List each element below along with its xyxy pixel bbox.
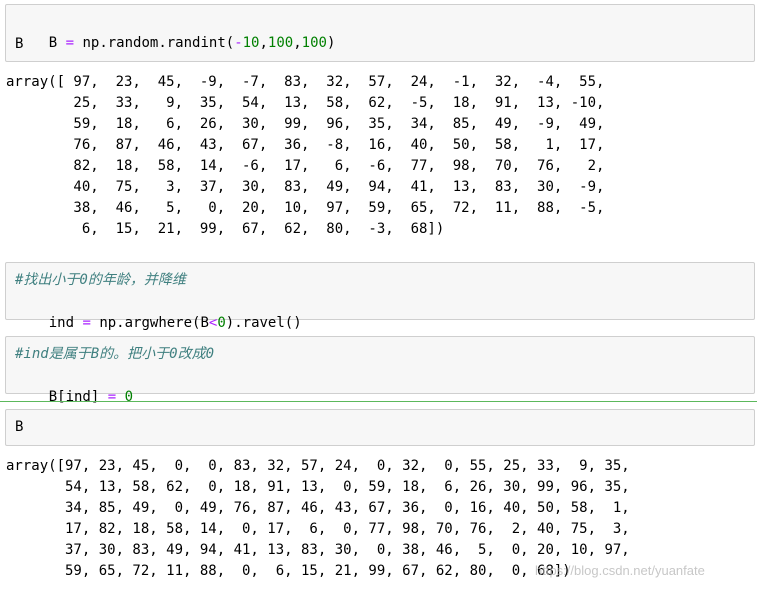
operator-token: - bbox=[234, 35, 243, 51]
code-token: ).ravel() bbox=[225, 315, 302, 331]
code-line: B bbox=[15, 36, 24, 52]
code-token: B bbox=[48, 35, 58, 51]
code-token: B[ind] bbox=[48, 389, 100, 405]
code-cell-2[interactable]: #找出小于0的年龄，并降维 ind = np.argwhere(B<0).rav… bbox=[5, 262, 755, 331]
code-token: np.argwhere(B bbox=[90, 315, 209, 331]
code-line: B bbox=[15, 419, 24, 435]
number-token: 0 bbox=[124, 389, 134, 405]
code-token: np.random.randint( bbox=[74, 35, 235, 51]
code-comment: #ind是属于B的。把小于0改成0 bbox=[15, 346, 215, 362]
watermark: https://blog.csdn.net/yuanfate bbox=[535, 563, 705, 578]
selected-cell-divider bbox=[0, 401, 757, 402]
code-line: B = np.random.randint(-10,100,100) bbox=[15, 12, 336, 75]
number-token: 10 bbox=[242, 35, 260, 51]
code-token: ind bbox=[48, 315, 75, 331]
code-token: , bbox=[293, 35, 302, 51]
code-cell-4[interactable]: B bbox=[5, 409, 755, 446]
number-token: 100 bbox=[301, 35, 327, 51]
code-cell-3[interactable]: #ind是属于B的。把小于0改成0 B[ind] = 0 bbox=[5, 336, 755, 405]
code-comment: #找出小于0的年龄，并降维 bbox=[15, 272, 186, 288]
code-token: , bbox=[259, 35, 268, 51]
code-token: ) bbox=[326, 35, 336, 51]
operator-token: = bbox=[107, 389, 117, 405]
output-array-1: array([ 97, 23, 45, -9, -7, 83, 32, 57, … bbox=[6, 74, 605, 237]
operator-token: = bbox=[65, 35, 75, 51]
code-cell-1[interactable]: B = np.random.randint(-10,100,100) B bbox=[5, 4, 755, 62]
operator-token: = bbox=[82, 315, 91, 331]
number-token: 100 bbox=[267, 35, 294, 51]
number-token: 0 bbox=[217, 315, 226, 331]
